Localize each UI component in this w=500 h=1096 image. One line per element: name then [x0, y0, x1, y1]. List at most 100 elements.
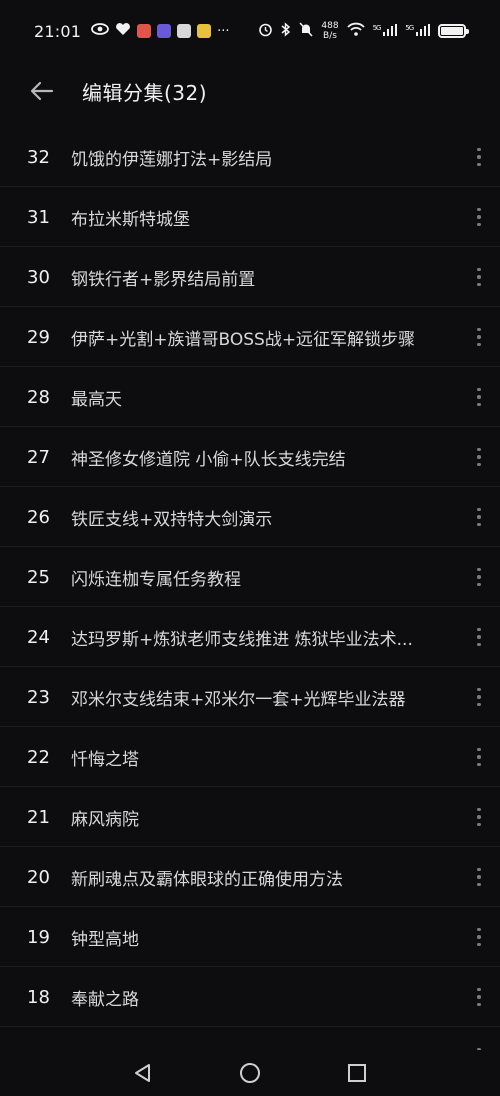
- episode-list[interactable]: 32 饥饿的伊莲娜打法+影结局 31 布拉米斯特城堡 30 钢铁行者+影界结局前置 29 伊萨…: [0, 127, 500, 1055]
- more-options-icon[interactable]: [458, 427, 500, 487]
- dot: [477, 515, 481, 519]
- episode-title: 铁匠支线+双持特大剑演示: [71, 509, 273, 530]
- more-options-icon[interactable]: [458, 367, 500, 427]
- mute-bell-icon: [299, 21, 313, 41]
- page-title: 编辑分集(32): [82, 80, 208, 105]
- dot: [477, 207, 481, 212]
- dot: [477, 755, 481, 759]
- dot: [477, 627, 481, 632]
- dot: [477, 942, 481, 947]
- more-options-icon[interactable]: [458, 667, 500, 727]
- episode-title: 伊萨+光割+族谱哥BOSS战+远征军解锁步骤: [71, 329, 416, 350]
- dot: [477, 327, 481, 332]
- nav-recents-button[interactable]: [342, 1058, 372, 1088]
- circle-home-icon: [239, 1063, 260, 1083]
- episode-title: 闪烁连枷专属任务教程: [71, 569, 241, 590]
- dot: [477, 567, 481, 572]
- more-options-icon[interactable]: [458, 247, 500, 307]
- dot: [477, 387, 481, 392]
- episode-number: 20: [27, 866, 50, 888]
- navigation-bar: [0, 1050, 500, 1096]
- episode-row[interactable]: 25 闪烁连枷专属任务教程: [0, 547, 500, 607]
- alarm-icon: [258, 22, 273, 41]
- more-options-icon[interactable]: [458, 547, 500, 607]
- episode-row[interactable]: 29 伊萨+光割+族谱哥BOSS战+远征军解锁步骤: [0, 307, 500, 367]
- episode-title: 麻风病院: [71, 809, 139, 830]
- episode-number: 29: [27, 326, 50, 348]
- battery-icon: [438, 24, 469, 38]
- episode-number: 24: [27, 626, 50, 648]
- more-options-icon[interactable]: [458, 907, 500, 967]
- episode-row[interactable]: 24 达玛罗斯+炼狱老师支线推进 炼狱毕业法术...: [0, 607, 500, 667]
- episode-row[interactable]: 22 忏悔之塔: [0, 727, 500, 787]
- episode-row[interactable]: 18 奉献之路: [0, 967, 500, 1027]
- episode-number: 30: [27, 266, 50, 288]
- episode-row[interactable]: 21 麻风病院: [0, 787, 500, 847]
- signal-icon: 5G: [373, 23, 398, 39]
- episode-number: 31: [27, 206, 50, 228]
- dot: [477, 867, 481, 872]
- dot: [477, 807, 481, 812]
- dot: [477, 747, 481, 752]
- episode-row[interactable]: 23 邓米尔支线结束+邓米尔一套+光辉毕业法器: [0, 667, 500, 727]
- dot: [477, 927, 481, 932]
- episode-row[interactable]: 20 新刷魂点及霸体眼球的正确使用方法: [0, 847, 500, 907]
- dot: [477, 642, 481, 647]
- net-speed: 488 B/s: [321, 21, 339, 41]
- episode-title: 奉献之路: [71, 989, 139, 1010]
- dot: [477, 995, 481, 999]
- dot: [477, 215, 481, 219]
- episode-row[interactable]: 27 神圣修女修道院 小偷+队长支线完结: [0, 427, 500, 487]
- dot: [477, 147, 481, 152]
- episode-title: 钢铁行者+影界结局前置: [71, 269, 256, 290]
- dot: [477, 155, 481, 159]
- more-notifications-icon: ···: [217, 23, 230, 39]
- more-options-icon[interactable]: [458, 847, 500, 907]
- episode-title: 钟型高地: [71, 929, 139, 950]
- dot: [477, 522, 481, 527]
- more-options-icon[interactable]: [458, 307, 500, 367]
- episode-number: 18: [27, 986, 50, 1008]
- app-notification-icon: [197, 24, 212, 38]
- more-options-icon[interactable]: [458, 187, 500, 247]
- triangle-back-icon: [135, 1064, 151, 1082]
- more-options-icon[interactable]: [458, 787, 500, 847]
- dot: [477, 447, 481, 452]
- episode-title: 最高天: [71, 389, 122, 410]
- episode-row[interactable]: 19 钟型高地: [0, 907, 500, 967]
- episode-number: 25: [27, 566, 50, 588]
- more-options-icon[interactable]: [458, 487, 500, 547]
- episode-row[interactable]: 30 钢铁行者+影界结局前置: [0, 247, 500, 307]
- dot: [477, 342, 481, 347]
- dot: [477, 762, 481, 767]
- dot: [477, 222, 481, 227]
- episode-row[interactable]: 31 布拉米斯特城堡: [0, 187, 500, 247]
- wifi-icon: [346, 22, 365, 40]
- status-time: 21:01: [34, 21, 82, 41]
- episode-number: 19: [27, 926, 50, 948]
- eye-icon: [91, 22, 110, 40]
- dot: [477, 282, 481, 287]
- nav-home-button[interactable]: [235, 1058, 265, 1088]
- episode-title: 达玛罗斯+炼狱老师支线推进 炼狱毕业法术...: [71, 629, 413, 650]
- episode-title: 饥饿的伊莲娜打法+影结局: [71, 149, 273, 170]
- episode-title: 神圣修女修道院 小偷+队长支线完结: [71, 449, 346, 470]
- episode-number: 32: [27, 146, 50, 168]
- dot: [477, 462, 481, 467]
- more-options-icon[interactable]: [458, 727, 500, 787]
- more-options-icon[interactable]: [458, 127, 500, 187]
- episode-row[interactable]: 28 最高天: [0, 367, 500, 427]
- header: 编辑分集(32): [0, 62, 500, 120]
- more-options-icon[interactable]: [458, 967, 500, 1027]
- app-notification-icon: [137, 24, 152, 38]
- dot: [477, 267, 481, 272]
- back-button[interactable]: [22, 71, 62, 111]
- more-options-icon[interactable]: [458, 607, 500, 667]
- nav-back-button[interactable]: [128, 1058, 158, 1088]
- episode-row[interactable]: 26 铁匠支线+双持特大剑演示: [0, 487, 500, 547]
- signal-icon: 5G: [405, 23, 430, 39]
- dot: [477, 455, 481, 459]
- bluetooth-icon: [281, 21, 291, 41]
- episode-title: 忏悔之塔: [71, 749, 139, 770]
- episode-row[interactable]: 32 饥饿的伊莲娜打法+影结局: [0, 127, 500, 187]
